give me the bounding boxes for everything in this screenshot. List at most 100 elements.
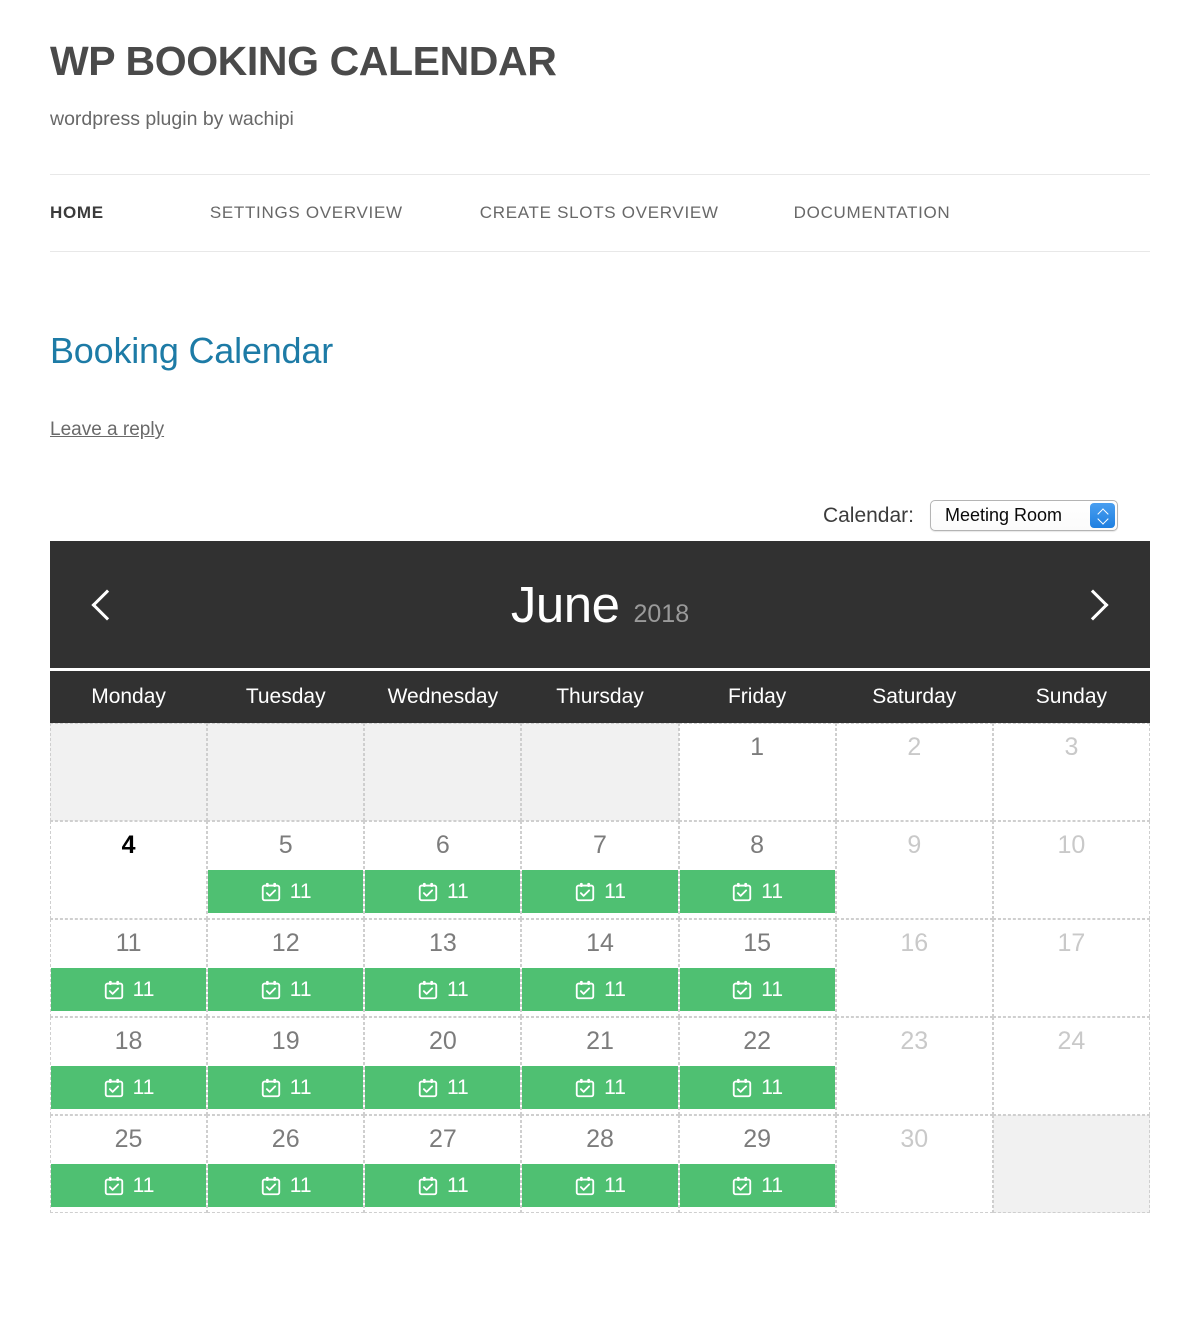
calendar-day-cell[interactable]: 17 — [993, 919, 1150, 1017]
available-slots-badge[interactable]: 11 — [208, 1066, 363, 1109]
nav-item-documentation[interactable]: DOCUMENTATION — [794, 203, 951, 223]
calendar-day-cell[interactable]: 1111 — [50, 919, 207, 1017]
site-description: wordpress plugin by wachipi — [50, 108, 1150, 131]
calendar-day-cell[interactable]: 1 — [679, 723, 836, 821]
calendar-day-cell[interactable]: 2511 — [50, 1115, 207, 1213]
calendar-weekday-thursday: Thursday — [521, 671, 678, 723]
available-slots-badge[interactable]: 11 — [522, 1066, 677, 1109]
available-slots-badge[interactable]: 11 — [522, 968, 677, 1011]
calendar-day-cell[interactable]: 2611 — [207, 1115, 364, 1213]
calendar-weekday-wednesday: Wednesday — [364, 671, 521, 723]
calendar-check-icon — [574, 881, 596, 903]
calendar-day-number: 27 — [365, 1124, 520, 1155]
calendar-day-cell[interactable]: 30 — [836, 1115, 993, 1213]
calendar-day-number: 19 — [208, 1026, 363, 1057]
calendar-day-cell[interactable]: 10 — [993, 821, 1150, 919]
calendar-day-cell[interactable]: 1311 — [364, 919, 521, 1017]
slot-count-label: 11 — [133, 1077, 155, 1098]
calendar-day-cell[interactable]: 711 — [521, 821, 678, 919]
prev-month-button[interactable] — [84, 576, 130, 634]
available-slots-badge[interactable]: 11 — [680, 870, 835, 913]
select-stepper-arrows-icon[interactable] — [1090, 503, 1115, 528]
calendar-day-number: 24 — [994, 1026, 1149, 1057]
available-slots-badge[interactable]: 11 — [208, 1164, 363, 1207]
available-slots-badge[interactable]: 11 — [365, 870, 520, 913]
calendar-day-number: 13 — [365, 928, 520, 959]
next-month-button[interactable] — [1070, 576, 1116, 634]
slot-count-label: 11 — [761, 979, 783, 1000]
calendar-day-cell[interactable]: 511 — [207, 821, 364, 919]
site-title: WP BOOKING CALENDAR — [50, 38, 1150, 85]
page-root: WP BOOKING CALENDAR wordpress plugin by … — [0, 0, 1200, 1322]
calendar-empty-cell — [521, 723, 678, 821]
calendar-empty-cell — [207, 723, 364, 821]
available-slots-badge[interactable]: 11 — [51, 1164, 206, 1207]
available-slots-badge[interactable]: 11 — [365, 1164, 520, 1207]
calendar-day-cell[interactable]: 16 — [836, 919, 993, 1017]
calendar-day-cell[interactable]: 611 — [364, 821, 521, 919]
nav-item-create-slots-overview[interactable]: CREATE SLOTS OVERVIEW — [480, 203, 719, 223]
calendar-day-cell[interactable]: 2711 — [364, 1115, 521, 1213]
available-slots-badge[interactable]: 11 — [208, 870, 363, 913]
calendar-day-cell[interactable]: 28 11 — [521, 1115, 678, 1213]
calendar-day-cell[interactable]: 8 11 — [679, 821, 836, 919]
leave-a-reply-link[interactable]: Leave a reply — [50, 419, 164, 440]
available-slots-badge[interactable]: 11 — [522, 870, 677, 913]
slot-count-label: 11 — [290, 979, 312, 1000]
calendar-check-icon — [103, 1175, 125, 1197]
calendar-day-number: 22 — [680, 1026, 835, 1057]
calendar-weekday-header: MondayTuesdayWednesdayThursdayFridaySatu… — [50, 671, 1150, 723]
calendar-year-label: 2018 — [633, 600, 689, 629]
calendar-day-cell[interactable]: 2911 — [679, 1115, 836, 1213]
calendar-day-cell[interactable]: 9 — [836, 821, 993, 919]
calendar-empty-cell — [364, 723, 521, 821]
calendar-weekday-friday: Friday — [679, 671, 836, 723]
available-slots-badge[interactable]: 11 — [365, 1066, 520, 1109]
calendar-check-icon — [731, 979, 753, 1001]
calendar-day-cell[interactable]: 23 — [836, 1017, 993, 1115]
calendar-day-number: 8 — [680, 830, 835, 861]
calendar-day-cell[interactable]: 24 — [993, 1017, 1150, 1115]
calendar-weekday-monday: Monday — [50, 671, 207, 723]
calendar-select[interactable]: Meeting Room — [930, 500, 1118, 531]
available-slots-badge[interactable]: 11 — [208, 968, 363, 1011]
calendar-month-header: June 2018 — [50, 541, 1150, 668]
calendar-day-cell[interactable]: 1911 — [207, 1017, 364, 1115]
calendar-day-cell[interactable]: 1211 — [207, 919, 364, 1017]
available-slots-badge[interactable]: 11 — [365, 968, 520, 1011]
nav-item-settings-overview[interactable]: SETTINGS OVERVIEW — [210, 203, 403, 223]
calendar-check-icon — [260, 1077, 282, 1099]
available-slots-badge[interactable]: 11 — [51, 968, 206, 1011]
available-slots-badge[interactable]: 11 — [680, 968, 835, 1011]
calendar-day-cell[interactable]: 1411 — [521, 919, 678, 1017]
calendar-day-cell[interactable]: 1811 — [50, 1017, 207, 1115]
nav-item-home[interactable]: HOME — [50, 203, 104, 223]
available-slots-badge[interactable]: 11 — [680, 1164, 835, 1207]
calendar-day-cell[interactable]: 22 11 — [679, 1017, 836, 1115]
calendar-check-icon — [417, 1077, 439, 1099]
calendar-day-cell[interactable]: 2 — [836, 723, 993, 821]
booking-calendar: June 2018 MondayTuesdayWednesdayThursday… — [50, 541, 1150, 1213]
slot-count-label: 11 — [761, 1077, 783, 1098]
entry-content: Booking Calendar Leave a reply Calendar:… — [0, 330, 1200, 531]
calendar-day-cell[interactable]: 2011 — [364, 1017, 521, 1115]
calendar-check-icon — [574, 979, 596, 1001]
calendar-day-grid: 1234511611711811910111112111311141115111… — [50, 723, 1150, 1213]
calendar-day-cell[interactable]: 4 — [50, 821, 207, 919]
available-slots-badge[interactable]: 11 — [51, 1066, 206, 1109]
chevron-right-icon — [1077, 589, 1108, 620]
available-slots-badge[interactable]: 11 — [680, 1066, 835, 1109]
available-slots-badge[interactable]: 11 — [522, 1164, 677, 1207]
calendar-day-number: 28 — [522, 1124, 677, 1155]
site-header: WP BOOKING CALENDAR wordpress plugin by … — [0, 0, 1200, 131]
calendar-day-cell[interactable]: 3 — [993, 723, 1150, 821]
calendar-month-label: June — [511, 575, 620, 634]
slot-count-label: 11 — [604, 1175, 626, 1196]
calendar-day-number: 2 — [837, 732, 992, 763]
calendar-day-cell[interactable]: 2111 — [521, 1017, 678, 1115]
slot-count-label: 11 — [761, 881, 783, 902]
calendar-weekday-sunday: Sunday — [993, 671, 1150, 723]
calendar-day-number: 30 — [837, 1124, 992, 1155]
page-title[interactable]: Booking Calendar — [50, 330, 1150, 372]
calendar-day-cell[interactable]: 1511 — [679, 919, 836, 1017]
